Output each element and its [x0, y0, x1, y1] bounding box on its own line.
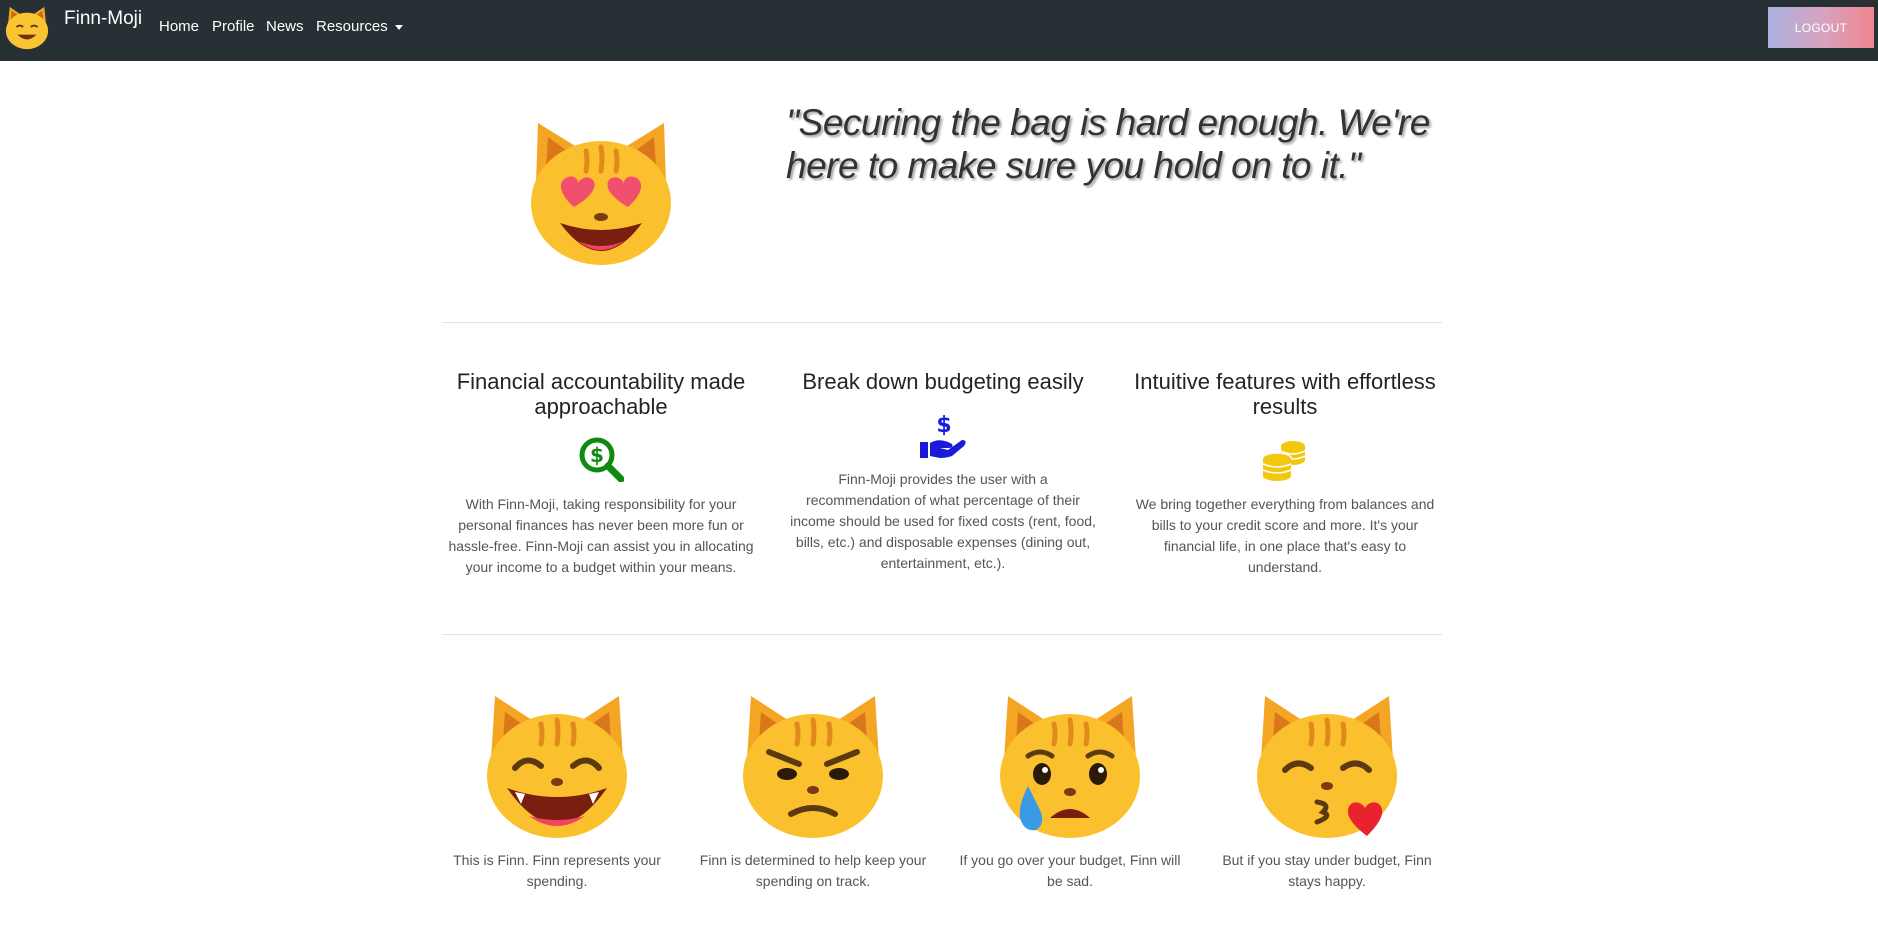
- nav-profile[interactable]: Profile: [212, 18, 255, 35]
- svg-text:$: $: [936, 413, 951, 438]
- kissing-heart-cat-icon: [1257, 696, 1397, 838]
- feature-description: We bring together everything from balanc…: [1135, 496, 1435, 575]
- feature-title: Financial accountability made approachab…: [456, 369, 746, 419]
- brand-name[interactable]: Finn-Moji: [64, 8, 142, 30]
- section-divider: [442, 634, 1442, 635]
- nav-resources-dropdown[interactable]: Resources: [316, 18, 388, 35]
- coins-icon: [1262, 441, 1306, 481]
- nav-home[interactable]: Home: [159, 18, 199, 35]
- nav-news[interactable]: News: [266, 18, 304, 35]
- cat-caption: If you go over your budget, Finn will be…: [959, 852, 1181, 889]
- cat-caption: This is Finn. Finn represents your spend…: [453, 852, 661, 889]
- dollar-magnifier-icon: $: [579, 437, 624, 482]
- feature-description: With Finn-Moji, taking responsibility fo…: [448, 496, 754, 575]
- cat-caption: Finn is determined to help keep your spe…: [699, 852, 927, 889]
- feature-description: Finn-Moji provides the user with a recom…: [790, 471, 1096, 571]
- finn-cat-logo-icon[interactable]: [3, 3, 51, 51]
- heart-eyes-cat-icon: [531, 123, 671, 265]
- determined-cat-icon: [743, 696, 883, 838]
- feature-title: Intuitive features with effortless resul…: [1134, 369, 1436, 419]
- cat-caption: But if you stay under budget, Finn stays…: [1222, 852, 1432, 889]
- crying-cat-icon: [1000, 696, 1140, 838]
- svg-text:$: $: [590, 443, 604, 467]
- chevron-down-icon[interactable]: [395, 25, 403, 30]
- logout-button[interactable]: LOGOUT: [1768, 7, 1874, 48]
- grinning-cat-icon: [487, 696, 627, 838]
- hand-dollar-icon: $: [920, 413, 966, 458]
- navbar: Finn-Moji Home Profile News Resources LO…: [0, 0, 1878, 61]
- hero-quote: "Securing the bag is hard enough. We're …: [786, 102, 1430, 186]
- section-divider: [442, 322, 1442, 323]
- feature-title: Break down budgeting easily: [802, 369, 1084, 394]
